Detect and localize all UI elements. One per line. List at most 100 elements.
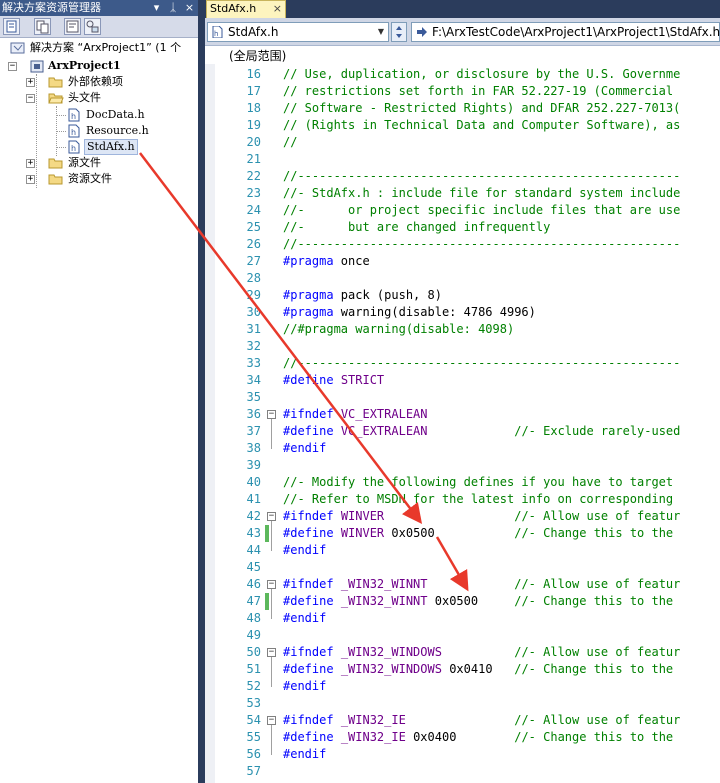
expand-icon[interactable]: + — [26, 175, 35, 184]
tab-stdafx-h[interactable]: StdAfx.h × — [206, 0, 286, 18]
pin-icon[interactable]: ᛣ — [167, 0, 180, 16]
code-line[interactable]: #ifndef WINVER //- Allow use of featur — [283, 508, 680, 525]
code-line[interactable]: #endif — [283, 678, 326, 695]
tree-item-source-files[interactable]: + 源文件 — [0, 155, 198, 171]
tree-item-label: 头文件 — [68, 91, 101, 104]
code-line[interactable]: //#pragma warning(disable: 4098) — [283, 321, 514, 338]
file-combo[interactable]: h StdAfx.h ▼ — [207, 22, 389, 42]
tree-item-external-deps[interactable]: + 外部依赖项 — [0, 74, 198, 90]
svg-text:h: h — [71, 128, 76, 137]
code-line[interactable]: #ifndef _WIN32_WINNT //- Allow use of fe… — [283, 576, 680, 593]
panel-splitter[interactable] — [198, 0, 205, 783]
code-line[interactable]: //- Modify the following defines if you … — [283, 474, 673, 491]
scope-combo[interactable]: (全局范围) — [205, 45, 720, 64]
keyword-token: #endif — [283, 679, 327, 693]
keyword-token: #ifndef — [283, 509, 334, 523]
header-file-icon: h — [212, 26, 223, 38]
code-line[interactable]: #endif — [283, 542, 326, 559]
line-number: 24 — [246, 203, 261, 217]
fold-guide — [271, 589, 272, 619]
code-line[interactable]: #endif — [283, 746, 326, 763]
keyword-token: #define — [283, 662, 334, 676]
code-line[interactable]: //--------------------------------------… — [283, 236, 680, 253]
fold-icon[interactable]: − — [267, 648, 276, 657]
tree-item-file[interactable]: h DocData.h — [0, 107, 198, 123]
code-line[interactable]: #define VC_EXTRALEAN //- Exclude rarely-… — [283, 423, 680, 440]
line-number: 25 — [246, 220, 261, 234]
fold-icon[interactable]: − — [267, 716, 276, 725]
expand-icon[interactable]: + — [26, 159, 35, 168]
solution-explorer-panel: 解决方案资源管理器 ▾ ᛣ × 解决方案 “ArxProject1” (1 个 … — [0, 0, 198, 783]
fold-guide — [271, 521, 272, 551]
code-line[interactable]: //--------------------------------------… — [283, 355, 680, 372]
macro-token: _WIN32_IE — [340, 730, 406, 744]
line-number: 27 — [246, 254, 261, 268]
code-line[interactable]: #define _WIN32_WINDOWS 0x0410 //- Change… — [283, 661, 673, 678]
collapse-icon[interactable]: − — [8, 62, 17, 71]
code-line[interactable]: #ifndef VC_EXTRALEAN — [283, 406, 428, 423]
code-token: 0x0400 — [405, 730, 515, 744]
code-line[interactable]: // — [283, 134, 297, 151]
tree-item-header-files[interactable]: − 头文件 — [0, 90, 198, 106]
class-diagram-icon[interactable] — [84, 18, 101, 35]
arrow-right-icon — [417, 27, 427, 37]
code-line[interactable]: #pragma warning(disable: 4786 4996) — [283, 304, 536, 321]
code-line[interactable]: //- Refer to MSDN for the latest info on… — [283, 491, 673, 508]
selection-margin[interactable] — [205, 64, 215, 783]
code-line[interactable]: //- StdAfx.h : include file for standard… — [283, 185, 680, 202]
show-all-files-icon[interactable] — [34, 18, 51, 35]
code-line[interactable]: #endif — [283, 440, 326, 457]
keyword-token: #define — [283, 526, 334, 540]
line-number: 50 — [246, 645, 261, 659]
tree-item-file[interactable]: h Resource.h — [0, 123, 198, 139]
line-number: 51 — [246, 662, 261, 676]
line-number: 48 — [246, 611, 261, 625]
tree-item-resource-files[interactable]: + 资源文件 — [0, 171, 198, 187]
code-line[interactable]: //- or project specific include files th… — [283, 202, 680, 219]
close-tab-icon[interactable]: × — [273, 1, 282, 17]
code-line[interactable]: #define _WIN32_WINNT 0x0500 //- Change t… — [283, 593, 673, 610]
fold-icon[interactable]: − — [267, 580, 276, 589]
chevron-down-icon: ▼ — [377, 27, 385, 36]
expand-icon[interactable]: + — [26, 78, 35, 87]
code-line[interactable]: #define _WIN32_IE 0x0400 //- Change this… — [283, 729, 673, 746]
keyword-token: #endif — [283, 611, 327, 625]
change-marker — [265, 525, 269, 542]
fold-icon[interactable]: − — [267, 410, 276, 419]
comment-token: // Software - Restricted Rights) and DFA… — [283, 101, 681, 115]
code-line[interactable]: #pragma pack (push, 8) — [283, 287, 442, 304]
code-line[interactable]: #pragma once — [283, 253, 370, 270]
code-line[interactable]: #ifndef _WIN32_WINDOWS //- Allow use of … — [283, 644, 680, 661]
code-line[interactable]: #define STRICT — [283, 372, 384, 389]
code-line[interactable]: #ifndef _WIN32_IE //- Allow use of featu… — [283, 712, 680, 729]
fold-icon[interactable]: − — [267, 512, 276, 521]
code-line[interactable]: // Use, duplication, or disclosure by th… — [283, 66, 680, 83]
close-icon[interactable]: × — [183, 0, 196, 16]
tree-item-project[interactable]: − ArxProject1 — [0, 58, 198, 74]
code-line[interactable]: #endif — [283, 610, 326, 627]
code-line[interactable]: #define WINVER 0x0500 //- Change this to… — [283, 525, 673, 542]
code-line[interactable]: // restrictions set forth in FAR 52.227-… — [283, 83, 673, 100]
code-line[interactable]: // (Rights in Technical Data and Compute… — [283, 117, 680, 134]
dropdown-icon[interactable]: ▾ — [150, 0, 163, 16]
tree-item-file-selected[interactable]: h StdAfx.h — [0, 139, 198, 155]
code-token: 0x0500 — [384, 526, 515, 540]
solution-explorer-title-bar: 解决方案资源管理器 ▾ ᛣ × — [0, 0, 198, 16]
sync-spin-button[interactable] — [391, 22, 407, 42]
collapse-icon[interactable]: − — [26, 94, 35, 103]
path-combo[interactable]: F:\ArxTestCode\ArxProject1\ArxProject1\S… — [411, 22, 720, 42]
tree-item-solution[interactable]: 解决方案 “ArxProject1” (1 个 — [0, 40, 198, 56]
tree-item-label: StdAfx.h — [84, 139, 138, 155]
line-number: 40 — [246, 475, 261, 489]
line-number: 31 — [246, 322, 261, 336]
view-code-icon[interactable] — [64, 18, 81, 35]
comment-token: //--------------------------------------… — [283, 356, 681, 370]
code-line[interactable]: // Software - Restricted Rights) and DFA… — [283, 100, 680, 117]
code-line[interactable]: //- but are changed infrequently — [283, 219, 550, 236]
properties-icon[interactable] — [3, 18, 20, 35]
line-number: 19 — [246, 118, 261, 132]
code-editor: StdAfx.h × h StdAfx.h ▼ F:\ArxTestCode\A… — [205, 0, 720, 783]
code-line[interactable]: //--------------------------------------… — [283, 168, 680, 185]
